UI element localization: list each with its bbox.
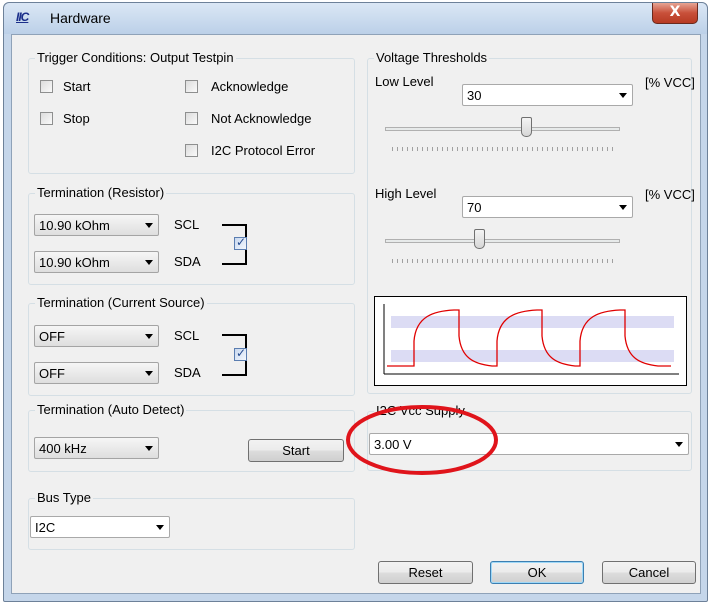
low-threshold-band (391, 350, 674, 362)
app-icon: IIC (16, 10, 29, 24)
title-bar: IIC Hardware X (4, 3, 707, 34)
acknowledge-checkbox[interactable] (185, 80, 198, 93)
bus-type-value: I2C (35, 520, 56, 535)
current-sda-label: SDA (174, 365, 201, 380)
bus-type-label: Bus Type (35, 490, 93, 505)
current-sda-select[interactable]: OFF (34, 362, 159, 384)
resistor-scl-value: 10.90 kOhm (39, 218, 110, 233)
not-acknowledge-label: Not Acknowledge (211, 111, 312, 126)
close-button[interactable]: X (652, 3, 698, 24)
current-sda-value: OFF (39, 366, 65, 381)
termination-resistor-group: Termination (Resistor) 10.90 kOhm SCL 10… (28, 185, 355, 285)
acknowledge-label: Acknowledge (211, 79, 289, 94)
resistor-scl-label: SCL (174, 217, 200, 232)
auto-detect-select[interactable]: 400 kHz (34, 437, 159, 459)
start-label: Start (63, 79, 91, 94)
chevron-down-icon (619, 93, 627, 98)
vcc-supply-label: I2C Vcc Supply (374, 403, 467, 418)
low-level-value: 30 (467, 88, 482, 103)
chevron-down-icon (675, 442, 683, 447)
termination-resistor-label: Termination (Resistor) (35, 185, 167, 200)
vcc-supply-select[interactable]: 3.00 V (369, 433, 689, 455)
chevron-down-icon (145, 334, 153, 339)
trigger-conditions-label: Trigger Conditions: Output Testpin (35, 50, 236, 65)
low-level-ticks (392, 147, 614, 151)
window-title: Hardware (50, 10, 111, 26)
hardware-dialog: IIC Hardware X Trigger Conditions: Outpu… (3, 2, 708, 602)
low-level-unit: [% VCC] (645, 75, 695, 90)
dialog-body: Trigger Conditions: Output Testpin Start… (11, 34, 701, 594)
high-level-slider-thumb[interactable] (473, 229, 485, 249)
high-level-slider-track (385, 239, 620, 243)
stop-label: Stop (63, 111, 90, 126)
resistor-sda-value: 10.90 kOhm (39, 255, 110, 270)
chevron-down-icon (145, 446, 153, 451)
auto-detect-start-button[interactable]: Start (248, 439, 344, 462)
resistor-scl-select[interactable]: 10.90 kOhm (34, 214, 159, 236)
protocol-error-checkbox[interactable] (185, 144, 198, 157)
chevron-down-icon (145, 223, 153, 228)
protocol-error-label: I2C Protocol Error (211, 143, 316, 158)
voltage-thresholds-label: Voltage Thresholds (374, 50, 490, 65)
low-level-slider-track (385, 127, 620, 131)
start-checkbox[interactable] (40, 80, 53, 93)
low-level-select[interactable]: 30 (462, 84, 633, 106)
chevron-down-icon (156, 525, 164, 530)
vcc-supply-group: I2C Vcc Supply 3.00 V (367, 403, 692, 471)
bus-type-group: Bus Type I2C (28, 490, 355, 550)
chevron-down-icon (145, 371, 153, 376)
high-level-label: High Level (375, 186, 437, 201)
stop-checkbox[interactable] (40, 112, 53, 125)
reset-button[interactable]: Reset (378, 561, 473, 584)
auto-detect-value: 400 kHz (39, 441, 87, 456)
current-scl-value: OFF (39, 329, 65, 344)
vcc-supply-value: 3.00 V (374, 437, 412, 452)
waveform-preview (374, 296, 687, 386)
resistor-sda-label: SDA (174, 254, 201, 269)
high-level-ticks (392, 259, 614, 263)
chevron-down-icon (619, 205, 627, 210)
low-level-slider-thumb[interactable] (520, 117, 532, 137)
voltage-thresholds-group: Voltage Thresholds Low Level 30 [% VCC] … (367, 50, 695, 394)
trigger-conditions-group: Trigger Conditions: Output Testpin Start… (28, 50, 355, 174)
chevron-down-icon (145, 260, 153, 265)
ok-button[interactable]: OK (490, 561, 584, 584)
current-scl-select[interactable]: OFF (34, 325, 159, 347)
bus-type-select[interactable]: I2C (30, 516, 170, 538)
resistor-link-checkbox[interactable] (234, 235, 247, 250)
termination-auto-group: Termination (Auto Detect) 400 kHz Start (28, 402, 355, 472)
termination-current-label: Termination (Current Source) (35, 295, 207, 310)
low-level-label: Low Level (375, 74, 434, 89)
termination-auto-label: Termination (Auto Detect) (35, 402, 187, 417)
high-level-value: 70 (467, 200, 482, 215)
cancel-button[interactable]: Cancel (602, 561, 696, 584)
high-threshold-band (391, 316, 674, 328)
current-link-checkbox[interactable] (234, 346, 247, 361)
resistor-sda-select[interactable]: 10.90 kOhm (34, 251, 159, 273)
current-scl-label: SCL (174, 328, 200, 343)
high-level-unit: [% VCC] (645, 187, 695, 202)
high-level-select[interactable]: 70 (462, 196, 633, 218)
not-acknowledge-checkbox[interactable] (185, 112, 198, 125)
termination-current-group: Termination (Current Source) OFF SCL OFF… (28, 295, 355, 396)
